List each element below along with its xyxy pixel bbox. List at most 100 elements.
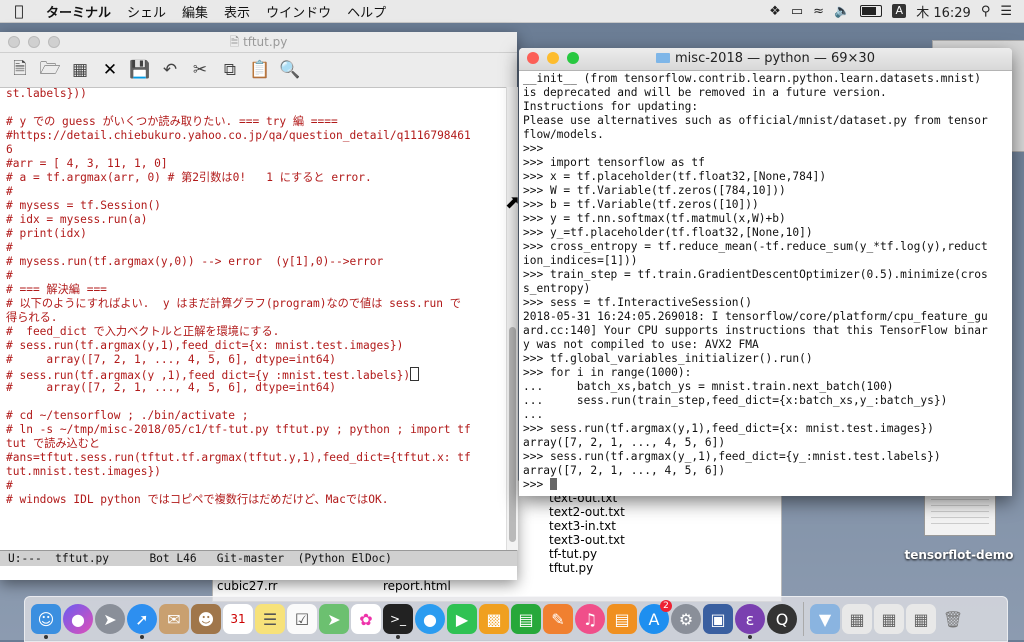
code-line[interactable]: # array([7, 2, 1, ..., 4, 5, 6], dtype=i…	[6, 381, 506, 395]
battery-icon[interactable]	[860, 5, 883, 17]
code-line[interactable]: #	[6, 241, 506, 255]
list-item[interactable]: text3-out.txt	[549, 533, 625, 547]
list-item[interactable]: text3-in.txt	[549, 519, 625, 533]
zoom-button[interactable]	[48, 36, 60, 48]
open-folder-icon[interactable]: 🗁	[38, 58, 62, 82]
list-item[interactable]: cubic27.rr	[217, 579, 278, 593]
trash-icon[interactable]: 🗑	[938, 604, 968, 634]
menu-help[interactable]: ヘルプ	[339, 2, 394, 21]
emacs-titlebar[interactable]: 🗎 tftut.py	[0, 32, 517, 53]
list-item[interactable]: tf-tut.py	[549, 547, 625, 561]
photos-icon[interactable]: ✿	[351, 604, 381, 634]
launchpad-icon[interactable]: ➤	[95, 604, 125, 634]
quicktime-icon[interactable]: Q	[767, 604, 797, 634]
code-line[interactable]	[6, 395, 506, 409]
code-line[interactable]: #	[6, 269, 506, 283]
downloads-folder-icon[interactable]: ▼	[810, 604, 840, 634]
finder-icon[interactable]: ☺	[31, 604, 61, 639]
code-line[interactable]	[6, 101, 506, 115]
stack-icon-3[interactable]: ▦	[906, 604, 936, 634]
stack-icon[interactable]: ▦	[842, 604, 872, 634]
preferences-icon[interactable]: ⚙	[671, 604, 701, 634]
code-line[interactable]: # cd ~/tensorflow ; ./bin/activate ;	[6, 409, 506, 423]
close-buffer-icon[interactable]: ✕	[98, 58, 122, 82]
numbers-icon[interactable]: ▤	[511, 604, 541, 634]
code-line[interactable]: # ln -s ~/tmp/misc-2018/05/c1/tf-tut.py …	[6, 423, 506, 437]
stack-icon-2[interactable]: ▦	[874, 604, 904, 634]
code-buffer[interactable]: st.labels})) # y での guess がいくつか読み取りたい. ==…	[0, 87, 506, 550]
apple-menu-icon[interactable]: 	[0, 2, 38, 20]
reminders-icon[interactable]: ☑	[287, 604, 317, 634]
code-line[interactable]: # mysess.run(tf.argmax(y,0)) --> error (…	[6, 255, 506, 269]
ibooks-icon[interactable]: ▤	[607, 604, 637, 634]
code-line[interactable]: tut で読み込むと	[6, 437, 506, 451]
code-line[interactable]: #	[6, 479, 506, 493]
emacs-icon[interactable]: ε	[735, 604, 765, 639]
terminal-icon[interactable]: >_	[383, 604, 413, 639]
maps-icon[interactable]: ➤	[319, 604, 349, 634]
scrollbar-thumb[interactable]	[509, 327, 516, 542]
terminal-titlebar[interactable]: misc-2018 — python — 69×30	[519, 48, 1012, 71]
code-line[interactable]: # idx = mysess.run(a)	[6, 213, 506, 227]
dired-icon[interactable]: ▦	[68, 58, 92, 82]
minibuffer[interactable]	[0, 566, 517, 580]
list-item[interactable]: text2-out.txt	[549, 505, 625, 519]
close-button[interactable]	[527, 52, 539, 64]
input-source-indicator[interactable]: A	[892, 4, 907, 18]
code-line[interactable]: #arr = [ 4, 3, 11, 1, 0]	[6, 157, 506, 171]
code-line[interactable]: #https://detail.chiebukuro.yahoo.co.jp/q…	[6, 129, 506, 143]
close-button[interactable]	[8, 36, 20, 48]
minimize-button[interactable]	[28, 36, 40, 48]
dropbox-icon[interactable]: ❖	[769, 4, 781, 19]
code-line[interactable]: # feed_dict で入力ベクトルと正解を環境にする.	[6, 325, 506, 339]
airplay-icon[interactable]: ▭	[791, 4, 803, 19]
zoom-button[interactable]	[567, 52, 579, 64]
save-icon[interactable]: 💾	[128, 58, 152, 82]
mail-icon[interactable]: ✉	[159, 604, 189, 634]
paste-icon[interactable]: 📋	[248, 58, 272, 82]
menu-shell[interactable]: シェル	[119, 2, 174, 21]
cut-icon[interactable]: ✂	[188, 58, 212, 82]
search-icon[interactable]: 🔍	[278, 58, 302, 82]
code-line[interactable]: st.labels}))	[6, 87, 506, 101]
code-line[interactable]: # === 解決編 ===	[6, 283, 506, 297]
terminal-output[interactable]: __init__ (from tensorflow.contrib.learn.…	[523, 72, 1009, 494]
vertical-scrollbar[interactable]	[506, 87, 518, 550]
siri-icon[interactable]: ●	[63, 604, 93, 634]
appstore-icon[interactable]: A2	[639, 600, 672, 634]
messages-icon[interactable]: ●	[415, 604, 445, 634]
menu-view[interactable]: 表示	[216, 2, 258, 21]
notes-icon[interactable]: ☰	[255, 604, 285, 634]
pages-icon[interactable]: ✎	[543, 604, 573, 634]
safari-icon[interactable]: ➚	[127, 604, 157, 639]
facetime-icon[interactable]: ▶	[447, 604, 477, 634]
code-line[interactable]: #ans=tftut.sess.run(tftut.tf.argmax(tftu…	[6, 451, 506, 465]
new-file-icon[interactable]: 🗎	[8, 58, 32, 82]
code-line[interactable]: 得られる.	[6, 311, 506, 325]
contacts-icon[interactable]: ☻	[191, 604, 221, 634]
code-line[interactable]: #	[6, 185, 506, 199]
code-line[interactable]: tut.mnist.test.images})	[6, 465, 506, 479]
code-line[interactable]: # a = tf.argmax(arr, 0) # 第2引数は0! 1 にすると…	[6, 171, 506, 185]
list-item[interactable]: report.html	[383, 579, 451, 593]
notification-center-icon[interactable]: ☰	[1000, 4, 1012, 19]
menu-terminal[interactable]: ターミナル	[38, 2, 119, 21]
menu-edit[interactable]: 編集	[174, 2, 216, 21]
minimize-button[interactable]	[547, 52, 559, 64]
desktop-file-label[interactable]: tensorflot-demo	[900, 548, 1018, 562]
undo-icon[interactable]: ↶	[158, 58, 182, 82]
code-line[interactable]: # mysess = tf.Session()	[6, 199, 506, 213]
volume-icon[interactable]: 🔈	[834, 4, 850, 19]
code-line[interactable]: 6	[6, 143, 506, 157]
calendar-icon[interactable]: 31	[223, 604, 253, 634]
wifi-icon[interactable]: ≈	[813, 4, 824, 19]
code-line[interactable]: # sess.run(tf.argmax(y_,1),feed_dict={y_…	[6, 367, 506, 381]
code-line[interactable]: # 以下のようにすればよい. y はまだ計算グラフ(program)なので値は …	[6, 297, 506, 311]
virtualbox-icon[interactable]: ▣	[703, 604, 733, 634]
code-line[interactable]: # windows IDL python ではコピペで複数行はだめだけど、Mac…	[6, 493, 506, 507]
menu-window[interactable]: ウインドウ	[258, 2, 339, 21]
code-line[interactable]: # print(idx)	[6, 227, 506, 241]
itunes-icon[interactable]: ♫	[575, 604, 605, 634]
spotlight-search-icon[interactable]: ⚲	[981, 4, 991, 19]
list-item[interactable]: tftut.py	[549, 561, 625, 575]
